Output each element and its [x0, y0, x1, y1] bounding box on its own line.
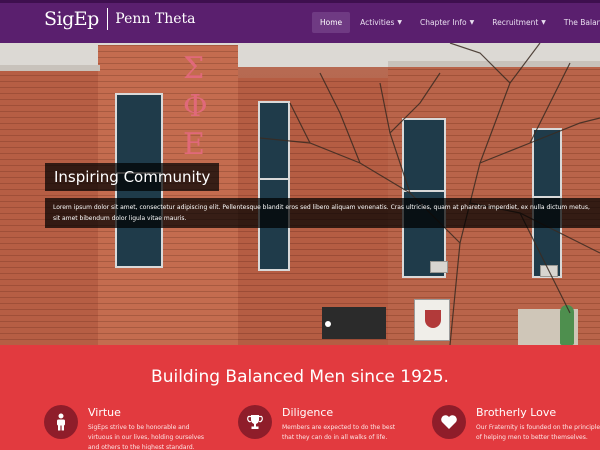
greek-letter: Φ: [183, 89, 208, 124]
brand-logo[interactable]: SigEp Penn Theta: [44, 8, 195, 30]
nav-item-chapter-info[interactable]: Chapter Info ▼: [420, 18, 474, 27]
section-title: Building Balanced Men since 1925.: [151, 367, 449, 387]
feature-title: Brotherly Love: [476, 406, 557, 419]
feature-text: Members are expected to do the best that…: [282, 424, 396, 441]
feature-diligence: Diligence Members are expected to do the…: [238, 405, 407, 443]
hero-roofline: [0, 65, 100, 71]
greek-letter: Σ: [183, 51, 205, 86]
hero-slider: Σ Φ Ε Inspiring Community Lorem ipsum do…: [0, 43, 600, 345]
nav-item-balanced-man[interactable]: The Balanced Ma: [564, 18, 600, 27]
brand-divider: [106, 8, 109, 30]
hero-title: Inspiring Community: [45, 163, 220, 191]
heart-icon: [432, 405, 466, 439]
feature-title: Virtue: [88, 406, 121, 419]
navbar: SigEp Penn Theta Home Activities ▼ Chapt…: [0, 0, 600, 43]
feature-virtue: Virtue SigEps strive to be honorable and…: [44, 405, 213, 450]
feature-brotherly-love: Brotherly Love Our Fraternity is founded…: [432, 405, 600, 443]
nav-item-activities[interactable]: Activities ▼: [360, 18, 402, 27]
heart-icon-glyph: [441, 415, 457, 429]
chevron-down-icon: ▼: [541, 19, 546, 26]
person-icon: [44, 405, 78, 439]
greek-letter: Ε: [183, 127, 205, 162]
chevron-down-icon: ▼: [397, 19, 402, 26]
nav-item-label: Chapter Info: [420, 18, 467, 27]
chevron-down-icon: ▼: [469, 19, 475, 26]
trophy-icon: [238, 405, 272, 439]
nav-menu: Home Activities ▼ Chapter Info ▼ Recruit…: [312, 12, 600, 33]
nav-item-recruitment[interactable]: Recruitment ▼: [492, 18, 546, 27]
values-section: Building Balanced Men since 1925. Virtue…: [0, 345, 600, 450]
nav-item-label: Home: [320, 18, 343, 27]
nav-item-label: The Balanced Ma: [563, 18, 600, 27]
trophy-icon-glyph: [247, 415, 263, 429]
nav-item-label: Activities: [360, 18, 395, 27]
brand-logo-text: SigEp: [44, 8, 99, 30]
feature-title: Diligence: [282, 406, 334, 419]
brand-chapter-name: Penn Theta: [115, 11, 196, 27]
tree-branches: [259, 43, 600, 345]
hero-caption: Lorem ipsum dolor sit amet, consectetur …: [45, 198, 600, 228]
feature-text: SigEps strive to be honorable and virtuo…: [88, 424, 205, 450]
feature-text: Our Fraternity is founded on the princip…: [476, 424, 600, 441]
slider-dot[interactable]: [325, 321, 331, 327]
nav-item-label: Recruitment: [492, 18, 539, 27]
nav-item-home[interactable]: Home: [312, 12, 351, 33]
person-icon-glyph: [57, 413, 65, 431]
